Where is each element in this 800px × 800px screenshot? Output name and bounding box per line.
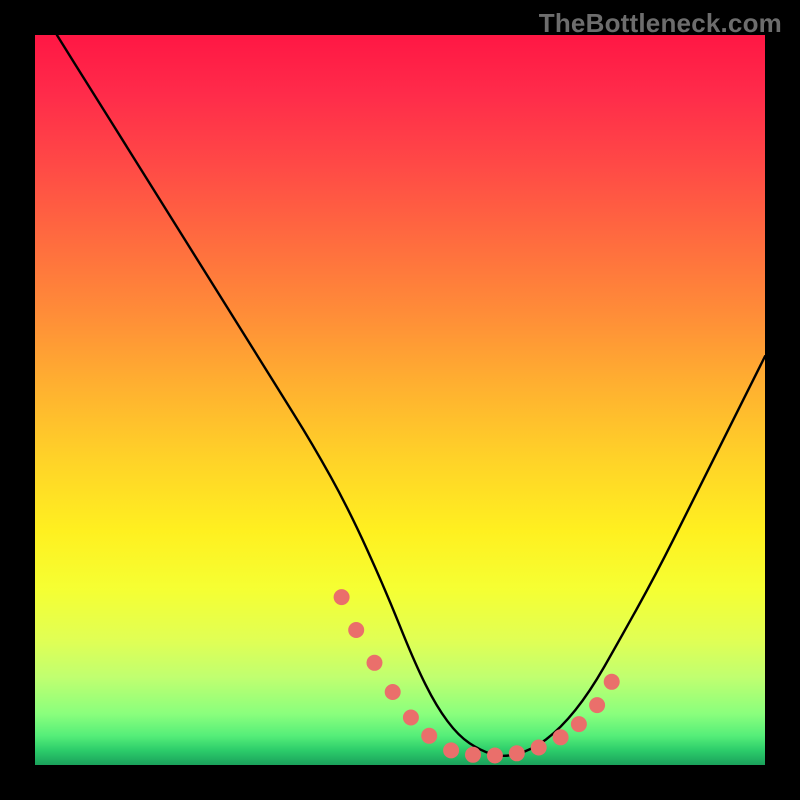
- marker-dot: [385, 684, 401, 700]
- marker-dot: [403, 710, 419, 726]
- marker-dot: [465, 747, 481, 763]
- dots-group: [334, 589, 620, 763]
- marker-dot: [487, 748, 503, 764]
- marker-dot: [553, 729, 569, 745]
- marker-dot: [509, 745, 525, 761]
- marker-dot: [443, 742, 459, 758]
- chart-frame: TheBottleneck.com: [0, 0, 800, 800]
- marker-dot: [589, 697, 605, 713]
- marker-dot: [571, 716, 587, 732]
- marker-dot: [421, 728, 437, 744]
- marker-dot: [604, 674, 620, 690]
- marker-dot: [334, 589, 350, 605]
- plot-area: [35, 35, 765, 765]
- chart-svg: [35, 35, 765, 765]
- marker-dot: [531, 740, 547, 756]
- marker-dot: [367, 655, 383, 671]
- bottleneck-curve: [57, 35, 765, 756]
- marker-dot: [348, 622, 364, 638]
